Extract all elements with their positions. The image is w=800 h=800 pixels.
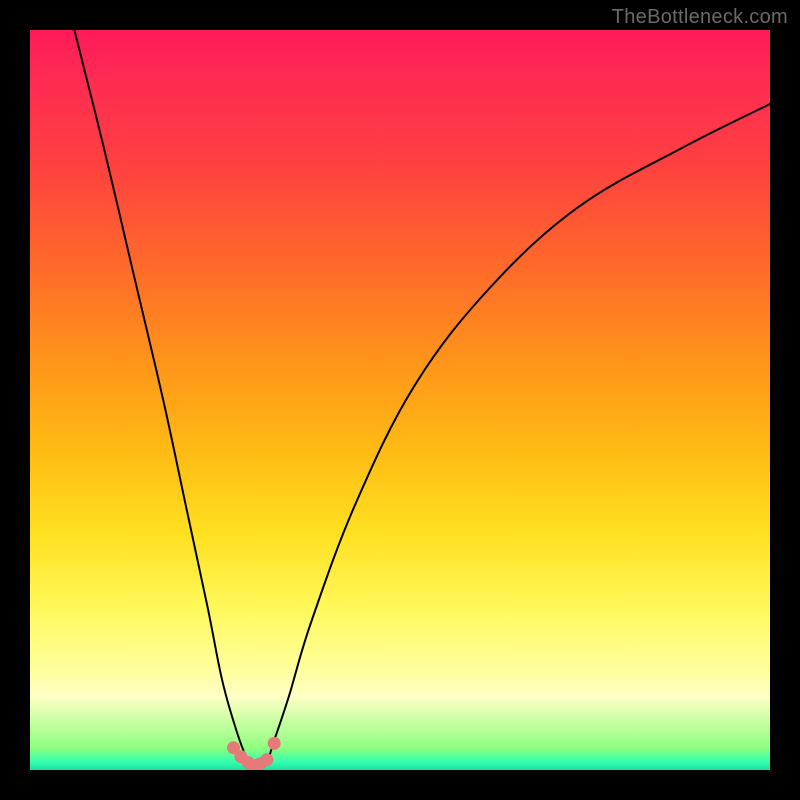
watermark-text: TheBottleneck.com xyxy=(612,6,788,29)
highlight-dot xyxy=(268,737,281,750)
bottleneck-curve xyxy=(74,30,770,770)
curve-layer xyxy=(30,30,770,770)
highlight-dot xyxy=(260,753,273,766)
highlight-dots xyxy=(227,737,281,770)
plot-frame xyxy=(30,30,770,770)
